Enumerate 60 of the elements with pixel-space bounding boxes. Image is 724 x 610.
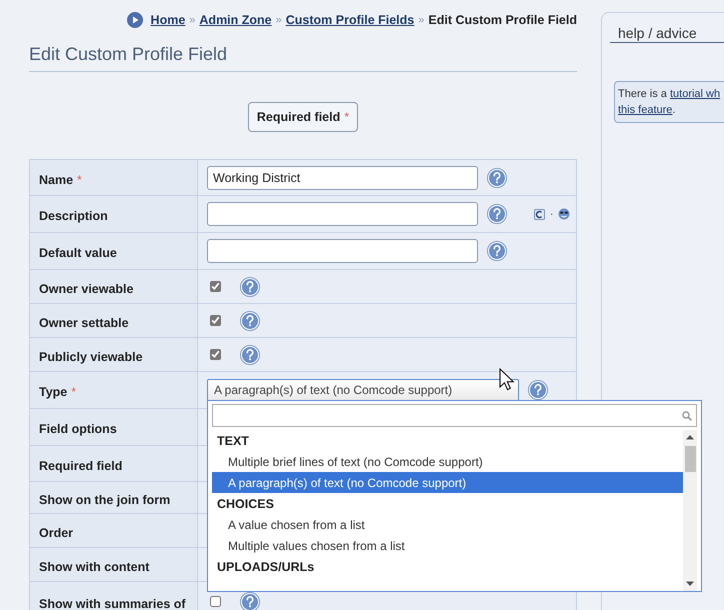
field-label: Description (30, 196, 198, 233)
field-label: Show with content (30, 548, 198, 582)
checkbox[interactable] (210, 281, 221, 292)
breadcrumb-link[interactable]: Home (150, 13, 186, 27)
field-label: Type * (30, 372, 198, 409)
play-icon (126, 12, 143, 28)
help-icon[interactable] (487, 168, 507, 188)
option-group-label: TEXT (216, 432, 250, 450)
field-label: Publicly viewable (30, 338, 198, 372)
breadcrumb-current: Edit Custom Profile Field (428, 13, 577, 27)
field-label: Show with summaries of (30, 582, 198, 610)
cursor-icon (499, 368, 515, 392)
dropdown-search-field[interactable] (212, 404, 697, 427)
text-field[interactable] (207, 239, 478, 263)
help-icon[interactable] (528, 380, 548, 400)
field-label: Show on the join form (30, 482, 198, 514)
help-link[interactable]: this feature (618, 104, 672, 116)
help-link[interactable]: tutorial wh (670, 88, 720, 100)
help-icon[interactable] (487, 204, 507, 224)
option-group-label: UPLOADS/URLs (216, 558, 316, 576)
scroll-up-icon[interactable] (686, 434, 694, 440)
field-label: Default value (30, 233, 198, 270)
type-select[interactable]: A paragraph(s) of text (no Comcode support) (207, 379, 519, 401)
search-icon (682, 410, 692, 420)
text-field[interactable]: Working District (207, 166, 478, 190)
page-title: Edit Custom Profile Field (29, 44, 577, 72)
dropdown-option[interactable]: A value chosen from a list (212, 514, 683, 535)
checkbox[interactable] (210, 349, 221, 360)
scroll-down-icon[interactable] (686, 581, 694, 587)
field-label: Owner settable (30, 304, 198, 338)
help-icon[interactable] (240, 276, 260, 296)
help-title: help / advice (610, 25, 724, 43)
field-label: Order (30, 514, 198, 548)
breadcrumb-separator: » (418, 14, 424, 26)
dropdown-option[interactable]: A paragraph(s) of text (no Comcode support) (212, 472, 683, 493)
field-label: Owner viewable (30, 270, 198, 304)
field-label: Name * (30, 160, 198, 196)
text-field[interactable] (207, 202, 478, 226)
checkbox[interactable] (210, 596, 221, 607)
separator-dot: · (550, 208, 554, 220)
comcode-icon[interactable] (534, 208, 545, 220)
dropdown-option[interactable]: Multiple brief lines of text (no Comcode support) (212, 451, 683, 472)
field-label: Required field (30, 446, 198, 482)
help-icon[interactable] (487, 241, 507, 261)
dropdown-option[interactable]: Multiple values chosen from a list (212, 535, 683, 556)
emoticon-icon[interactable] (558, 208, 570, 220)
help-icon[interactable] (240, 344, 260, 364)
checkbox[interactable] (210, 315, 221, 326)
required-legend: Required field * (248, 102, 358, 132)
field-label: Field options (30, 409, 198, 446)
breadcrumb-separator: » (276, 14, 282, 26)
breadcrumb-link[interactable]: Custom Profile Fields (286, 13, 414, 27)
option-group-label: CHOICES (216, 496, 275, 512)
help-icon[interactable] (240, 592, 260, 610)
help-note: There is a tutorial wh this feature. (614, 81, 724, 123)
breadcrumb-separator: » (189, 14, 196, 26)
scrollbar[interactable] (683, 430, 697, 591)
scrollbar-thumb[interactable] (685, 446, 696, 472)
breadcrumb-link[interactable]: Admin Zone (199, 13, 272, 27)
help-icon[interactable] (240, 310, 260, 330)
